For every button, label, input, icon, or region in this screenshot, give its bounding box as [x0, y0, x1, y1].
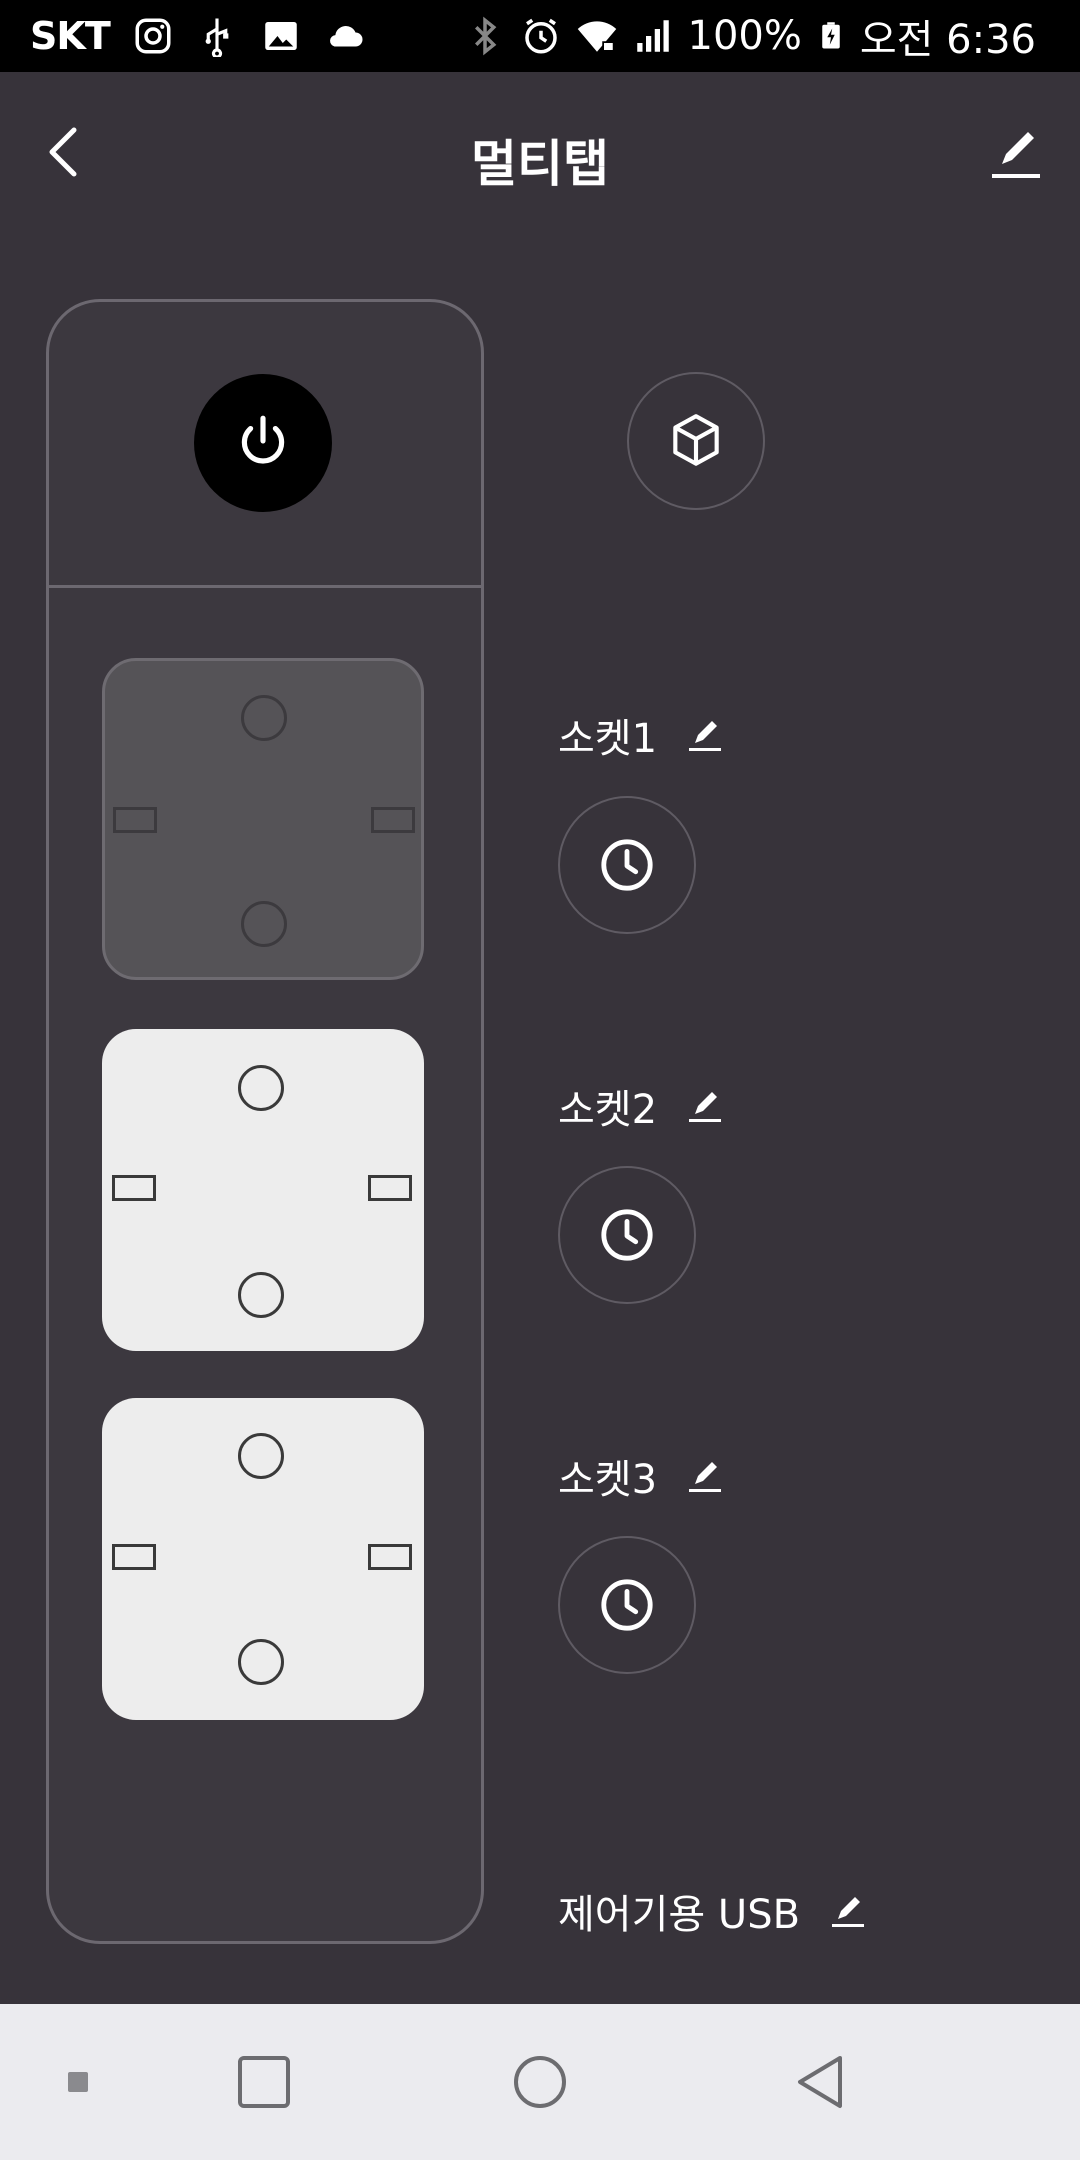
- socket-1-label: 소켓1: [558, 716, 658, 762]
- socket-1-timer-button[interactable]: [558, 796, 696, 934]
- page-title: 멀티탭: [471, 135, 609, 193]
- socket-hole: [238, 1065, 284, 1111]
- nav-dot-button[interactable]: [58, 2054, 98, 2110]
- home-icon: [514, 2056, 566, 2108]
- cube-icon: [673, 414, 719, 466]
- socket-3-label: 소켓3: [558, 1457, 658, 1503]
- dot-icon: [68, 2072, 88, 2092]
- clock-time: 오전 6:36: [859, 17, 1036, 63]
- app-bar: 멀티탭: [0, 72, 1080, 242]
- socket-hole: [238, 1639, 284, 1685]
- battery-charging-icon: [822, 22, 840, 49]
- power-icon: [241, 415, 285, 464]
- pencil-icon[interactable]: [685, 715, 725, 755]
- clock-icon: [601, 839, 653, 891]
- socket-2-label: 소켓2: [558, 1087, 658, 1133]
- bluetooth-icon: [474, 16, 496, 56]
- socket-3-timer-button[interactable]: [558, 1536, 696, 1674]
- socket-slot: [371, 807, 415, 833]
- device-info-button[interactable]: [627, 372, 765, 510]
- usb-label: 제어기용 USB: [558, 1892, 801, 1938]
- usb-icon: [205, 18, 229, 57]
- socket-2-outlet[interactable]: [102, 1029, 424, 1351]
- socket-hole: [241, 695, 287, 741]
- nav-recent-apps-button[interactable]: [232, 2054, 296, 2110]
- pencil-icon[interactable]: [685, 1086, 725, 1126]
- navigation-bar: [0, 2004, 1080, 2160]
- socket-slot: [112, 1175, 156, 1201]
- socket-slot: [368, 1175, 412, 1201]
- socket-1-outlet[interactable]: [102, 658, 424, 980]
- instagram-icon: [135, 18, 171, 54]
- clock-icon: [601, 1579, 653, 1631]
- recent-apps-icon: [238, 2056, 290, 2108]
- socket-3-outlet[interactable]: [102, 1398, 424, 1720]
- socket-2-timer-button[interactable]: [558, 1166, 696, 1304]
- battery-percent: 100%: [687, 13, 802, 59]
- signal-icon: [636, 20, 669, 52]
- socket-3-label-row: 소켓3: [558, 1447, 725, 1505]
- pencil-icon[interactable]: [685, 1456, 725, 1496]
- back-icon: [798, 2056, 842, 2108]
- pencil-icon[interactable]: [828, 1891, 868, 1931]
- socket-slot: [368, 1544, 412, 1570]
- socket-1-label-row: 소켓1: [558, 706, 725, 764]
- socket-2-label-row: 소켓2: [558, 1077, 725, 1135]
- socket-hole: [238, 1272, 284, 1318]
- multitap-strip: [46, 299, 484, 1944]
- pencil-icon[interactable]: [986, 124, 1046, 184]
- power-button[interactable]: [194, 374, 332, 512]
- strip-divider: [49, 585, 481, 588]
- cloud-icon: [329, 25, 363, 47]
- image-icon: [265, 22, 297, 50]
- nav-home-button[interactable]: [508, 2054, 572, 2110]
- wifi-locked-icon: [577, 21, 616, 52]
- clock-icon: [601, 1209, 653, 1261]
- usb-label-row: 제어기용 USB: [558, 1882, 868, 1940]
- alarm-icon: [524, 18, 557, 54]
- status-bar: SKT 100% 오전 6:36: [0, 0, 1080, 72]
- carrier-name: SKT: [30, 14, 111, 58]
- socket-slot: [112, 1544, 156, 1570]
- nav-back-button[interactable]: [788, 2054, 852, 2110]
- socket-hole: [241, 901, 287, 947]
- socket-slot: [113, 807, 157, 833]
- socket-hole: [238, 1433, 284, 1479]
